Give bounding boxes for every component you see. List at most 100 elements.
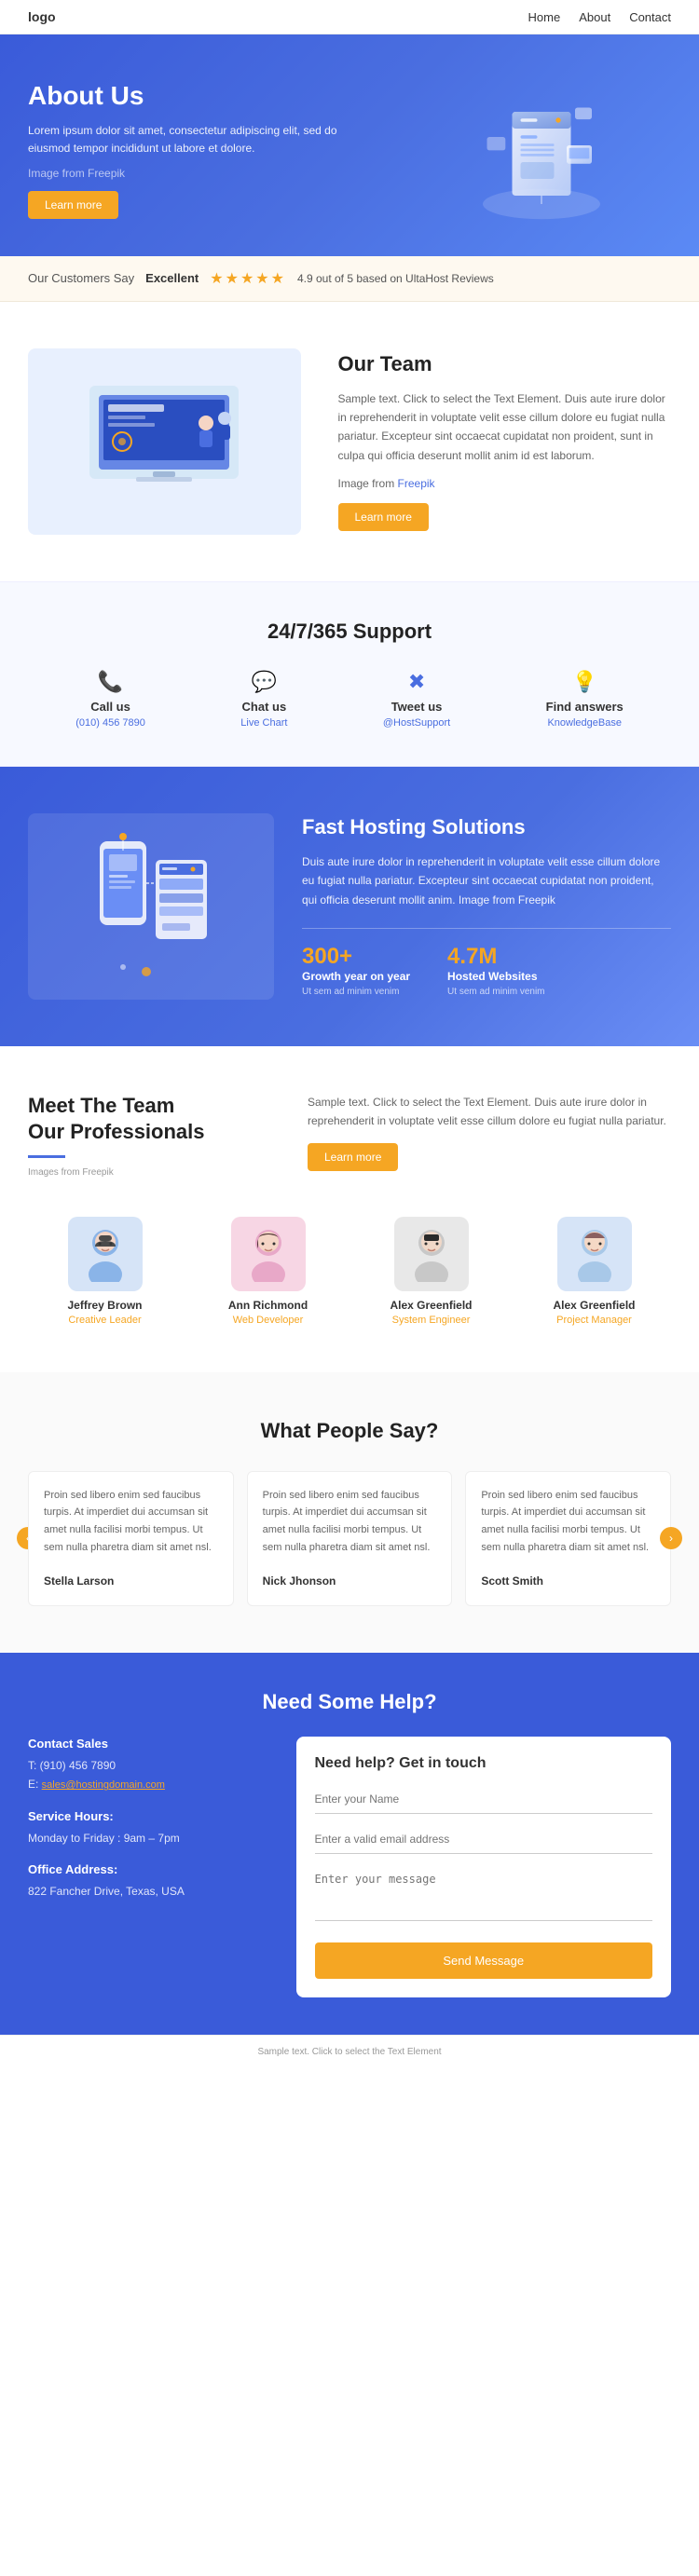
help-contact-info: Contact Sales T: (910) 456 7890 E: sales… bbox=[28, 1737, 278, 1997]
footer-note: Sample text. Click to select the Text El… bbox=[0, 2035, 699, 2068]
member-4-role: Project Manager bbox=[517, 1315, 671, 1326]
rating-stars: ★★★★★ bbox=[210, 269, 286, 288]
meet-team-title: Meet The TeamOur Professionals bbox=[28, 1093, 270, 1146]
chat-icon: 💬 bbox=[240, 670, 287, 694]
testimonial-3: Proin sed libero enim sed faucibus turpi… bbox=[465, 1471, 671, 1606]
form-message-input[interactable] bbox=[315, 1865, 653, 1921]
member-4-name: Alex Greenfield bbox=[517, 1299, 671, 1312]
testimonials-cards: Proin sed libero enim sed faucibus turpi… bbox=[28, 1471, 671, 1606]
rating-bar: Our Customers Say Excellent ★★★★★ 4.9 ou… bbox=[0, 256, 699, 302]
team-member-2: Ann Richmond Web Developer bbox=[191, 1217, 345, 1326]
contact-email-link[interactable]: sales@hostingdomain.com bbox=[42, 1779, 165, 1791]
form-send-button[interactable]: Send Message bbox=[315, 1942, 653, 1979]
support-chat-detail[interactable]: Live Chart bbox=[240, 717, 287, 729]
member-3-role: System Engineer bbox=[354, 1315, 508, 1326]
navbar: logo Home About Contact bbox=[0, 0, 699, 34]
team-learn-more-button[interactable]: Learn more bbox=[338, 503, 429, 531]
testimonial-1: Proin sed libero enim sed faucibus turpi… bbox=[28, 1471, 234, 1606]
contact-email: E: sales@hostingdomain.com bbox=[28, 1775, 278, 1794]
our-team-img-note: Image from Freepik bbox=[338, 474, 672, 493]
support-tweet-detail[interactable]: @HostSupport bbox=[383, 717, 450, 729]
rating-score: 4.9 out of 5 based on UltaHost Reviews bbox=[297, 272, 494, 285]
freepik-link[interactable]: Freepik bbox=[398, 477, 435, 490]
our-team-title: Our Team bbox=[338, 352, 672, 376]
member-2-name: Ann Richmond bbox=[191, 1299, 345, 1312]
nav-contact[interactable]: Contact bbox=[629, 10, 671, 24]
our-team-description: Sample text. Click to select the Text El… bbox=[338, 389, 672, 466]
testimonial-1-name: Stella Larson bbox=[44, 1572, 218, 1590]
avatar-alex2 bbox=[557, 1217, 632, 1291]
testimonial-1-text: Proin sed libero enim sed faucibus turpi… bbox=[44, 1487, 218, 1557]
support-tweet: ✖ Tweet us @HostSupport bbox=[383, 670, 450, 729]
help-grid: Contact Sales T: (910) 456 7890 E: sales… bbox=[28, 1737, 671, 1997]
twitter-icon: ✖ bbox=[383, 670, 450, 694]
support-items: 📞 Call us (010) 456 7890 💬 Chat us Live … bbox=[28, 670, 671, 729]
bulb-icon: 💡 bbox=[546, 670, 624, 694]
stat-websites-label: Hosted Websites bbox=[447, 970, 544, 983]
contact-phone: T: (910) 456 7890 bbox=[28, 1756, 278, 1775]
alex1-avatar-icon bbox=[408, 1226, 455, 1282]
fast-hosting-title: Fast Hosting Solutions bbox=[302, 815, 671, 839]
testimonial-3-name: Scott Smith bbox=[481, 1572, 655, 1590]
fast-hosting-illustration bbox=[28, 813, 274, 1000]
stat-websites-sub: Ut sem ad minim venim bbox=[447, 987, 544, 997]
fast-hosting-stats: 300+ Growth year on year Ut sem ad minim… bbox=[302, 928, 671, 997]
stat-growth-label: Growth year on year bbox=[302, 970, 410, 983]
stat-growth-sub: Ut sem ad minim venim bbox=[302, 987, 410, 997]
nav-home[interactable]: Home bbox=[528, 10, 561, 24]
office-detail: 822 Fancher Drive, Texas, USA bbox=[28, 1882, 278, 1901]
team-member-3: Alex Greenfield System Engineer bbox=[354, 1217, 508, 1326]
avatar-jeffrey bbox=[68, 1217, 143, 1291]
fast-hosting-content: Fast Hosting Solutions Duis aute irure d… bbox=[302, 815, 671, 997]
fast-hosting-description: Duis aute irure dolor in reprehenderit i… bbox=[302, 852, 671, 909]
phone-icon: 📞 bbox=[75, 670, 145, 694]
service-hours-label: Service Hours: bbox=[28, 1809, 278, 1823]
hero-section: About Us Lorem ipsum dolor sit amet, con… bbox=[0, 34, 699, 256]
team-member-4: Alex Greenfield Project Manager bbox=[517, 1217, 671, 1326]
support-title: 24/7/365 Support bbox=[28, 620, 671, 644]
hero-img-note: Image from Freepik bbox=[28, 165, 382, 183]
meet-team-header: Meet The TeamOur Professionals Images fr… bbox=[28, 1093, 671, 1189]
form-email-input[interactable] bbox=[315, 1825, 653, 1854]
team-illustration-icon bbox=[71, 358, 257, 525]
team-cards: Jeffrey Brown Creative Leader Ann Richmo… bbox=[28, 1217, 671, 1326]
contact-form: Need help? Get in touch Send Message bbox=[296, 1737, 672, 1997]
server-illustration-icon bbox=[458, 61, 625, 229]
fast-hosting-section: Fast Hosting Solutions Duis aute irure d… bbox=[0, 767, 699, 1046]
stat-websites: 4.7M Hosted Websites Ut sem ad minim ven… bbox=[447, 944, 544, 997]
meet-team-img-note: Images from Freepik bbox=[28, 1167, 270, 1178]
member-3-name: Alex Greenfield bbox=[354, 1299, 508, 1312]
support-chat: 💬 Chat us Live Chart bbox=[240, 670, 287, 729]
meet-team-description: Sample text. Click to select the Text El… bbox=[308, 1093, 671, 1131]
nav-about[interactable]: About bbox=[579, 10, 610, 24]
support-faq-detail[interactable]: KnowledgeBase bbox=[546, 717, 624, 729]
support-call-detail[interactable]: (010) 456 7890 bbox=[75, 717, 145, 729]
alex2-avatar-icon bbox=[571, 1226, 618, 1282]
help-title: Need Some Help? bbox=[28, 1690, 671, 1714]
testimonials-title: What People Say? bbox=[28, 1419, 671, 1443]
office-block: Office Address: 822 Fancher Drive, Texas… bbox=[28, 1862, 278, 1901]
help-section: Need Some Help? Contact Sales T: (910) 4… bbox=[0, 1653, 699, 2035]
hosting-illustration-icon bbox=[76, 823, 226, 990]
team-text-content: Our Team Sample text. Click to select th… bbox=[338, 352, 672, 531]
hero-learn-more-button[interactable]: Learn more bbox=[28, 191, 118, 219]
meet-team-section: Meet The TeamOur Professionals Images fr… bbox=[0, 1046, 699, 1372]
ann-avatar-icon bbox=[245, 1226, 292, 1282]
contact-sales-label: Contact Sales bbox=[28, 1737, 278, 1751]
testimonials-section: What People Say? ‹ Proin sed libero enim… bbox=[0, 1372, 699, 1653]
jeffrey-avatar-icon bbox=[82, 1226, 129, 1282]
team-member-1: Jeffrey Brown Creative Leader bbox=[28, 1217, 182, 1326]
office-label: Office Address: bbox=[28, 1862, 278, 1876]
meet-team-learn-more-button[interactable]: Learn more bbox=[308, 1143, 398, 1171]
team-image-container bbox=[28, 348, 301, 535]
support-tweet-label: Tweet us bbox=[383, 700, 450, 714]
fast-hosting-image bbox=[28, 813, 274, 1000]
logo: logo bbox=[28, 9, 56, 24]
support-chat-label: Chat us bbox=[240, 700, 287, 714]
form-name-input[interactable] bbox=[315, 1785, 653, 1814]
hero-title: About Us bbox=[28, 81, 382, 111]
support-call: 📞 Call us (010) 456 7890 bbox=[75, 670, 145, 729]
meet-team-left: Meet The TeamOur Professionals Images fr… bbox=[28, 1093, 270, 1189]
title-underline bbox=[28, 1155, 65, 1158]
testimonials-next-button[interactable]: › bbox=[660, 1527, 682, 1549]
